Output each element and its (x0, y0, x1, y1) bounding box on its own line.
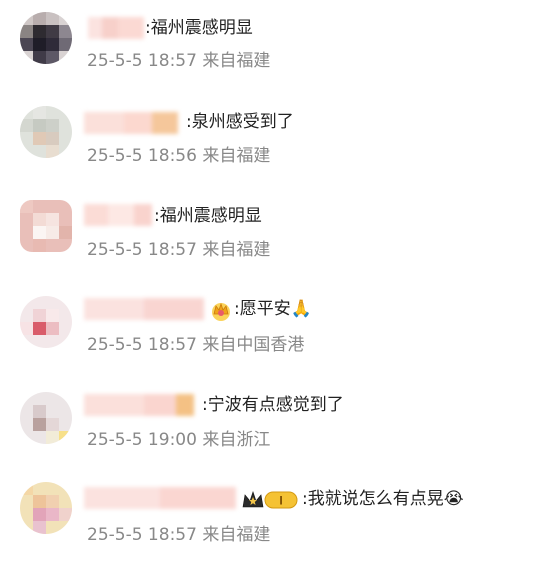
comment-location: 来自福建 (202, 51, 271, 71)
username-blurred[interactable] (84, 204, 152, 226)
comment-item: I :我就说怎么有点晃😭 25-5-5 18:57 来自福建 (0, 478, 538, 572)
avatar[interactable] (20, 482, 72, 534)
comment-time: 25-5-5 18:56 (87, 146, 197, 166)
username-blurred[interactable] (84, 112, 178, 134)
comment-text: :我就说怎么有点晃😭 (302, 489, 464, 509)
avatar[interactable] (20, 200, 72, 252)
comment-text: :宁波有点感觉到了 (202, 395, 344, 415)
comment-location: 来自福建 (202, 240, 271, 260)
comment-location: 来自浙江 (202, 430, 271, 450)
comment-meta: 25-5-5 19:00 来自浙江 (87, 429, 270, 451)
comment-text: :愿平安🙏 (234, 299, 312, 319)
comment-text: :福州震感明显 (145, 18, 253, 38)
crown-badge-icon (240, 489, 266, 515)
comment-text: :泉州感受到了 (186, 112, 294, 132)
username-blurred[interactable] (88, 17, 144, 39)
username-blurred[interactable] (84, 394, 194, 416)
avatar[interactable] (20, 106, 72, 158)
comment-location: 来自福建 (202, 525, 271, 545)
comment-meta: 25-5-5 18:57 来自福建 (87, 524, 270, 546)
comment-text: :福州震感明显 (154, 206, 262, 226)
comment-item: :泉州感受到了 25-5-5 18:56 来自福建 (0, 96, 538, 190)
username-blurred[interactable] (84, 487, 236, 509)
username-blurred[interactable] (84, 298, 204, 320)
comment-item: :福州震感明显 25-5-5 18:57 来自福建 (0, 0, 538, 94)
avatar[interactable] (20, 12, 72, 64)
comment-meta: 25-5-5 18:57 来自福建 (87, 50, 270, 72)
comment-time: 25-5-5 18:57 (87, 525, 197, 545)
comment-time: 25-5-5 18:57 (87, 240, 197, 260)
comment-time: 25-5-5 18:57 (87, 51, 197, 71)
comment-location: 来自中国香港 (202, 335, 305, 355)
comment-meta: 25-5-5 18:57 来自中国香港 (87, 334, 304, 356)
avatar[interactable] (20, 392, 72, 444)
svg-text:I: I (279, 494, 282, 508)
comment-item: :愿平安🙏 25-5-5 18:57 来自中国香港 (0, 288, 538, 382)
comment-location: 来自福建 (202, 146, 271, 166)
comment-meta: 25-5-5 18:57 来自福建 (87, 239, 270, 261)
level-badge-icon: I (264, 491, 298, 513)
avatar[interactable] (20, 296, 72, 348)
comment-item: :福州震感明显 25-5-5 18:57 来自福建 (0, 192, 538, 286)
comment-meta: 25-5-5 18:56 来自福建 (87, 145, 270, 167)
comment-item: :宁波有点感觉到了 25-5-5 19:00 来自浙江 (0, 384, 538, 478)
comment-time: 25-5-5 19:00 (87, 430, 197, 450)
comment-time: 25-5-5 18:57 (87, 335, 197, 355)
crown-badge-icon (210, 300, 232, 326)
